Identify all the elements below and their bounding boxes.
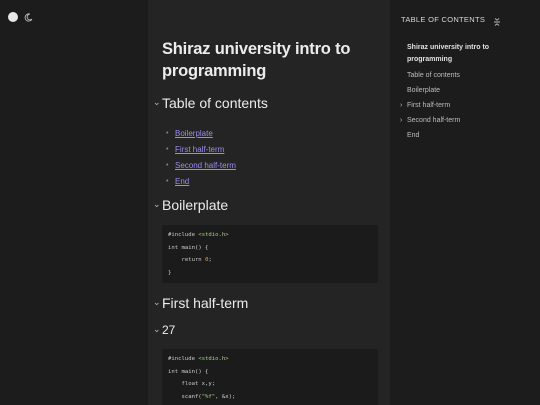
chevron-down-icon[interactable]: ⌄ [153, 199, 162, 210]
right-toc-panel: TABLE OF CONTENTS Shiraz university intr… [390, 0, 540, 405]
bullet: • [166, 177, 169, 185]
toc-panel-item[interactable]: End [400, 130, 530, 142]
bullet: • [166, 145, 169, 153]
toc-link-first-half-term[interactable]: First half-term [175, 145, 224, 154]
code-token: main() { [178, 244, 209, 251]
toc-link-end[interactable]: End [175, 177, 189, 186]
code-token: int [168, 368, 179, 375]
list-item: • Boilerplate [166, 125, 236, 141]
list-item: • Second half-term [166, 157, 236, 173]
toc-panel-item-label: Shiraz university intro to programming [407, 44, 490, 63]
code-token: scanf( [168, 393, 202, 400]
code-token: , &x); [215, 393, 236, 400]
toc-panel-title: TABLE OF CONTENTS [401, 14, 486, 24]
heading-label: 27 [162, 323, 176, 337]
code-token: "%f" [201, 393, 216, 400]
code-token: float [168, 381, 199, 387]
code-token: <stdio.h> [198, 356, 229, 362]
toc-panel-header: TABLE OF CONTENTS [401, 14, 501, 26]
toc-panel-item[interactable]: › First half-term [400, 100, 530, 112]
heading-label: Boilerplate [162, 197, 229, 213]
toc-panel-item-label: End [407, 132, 420, 139]
code-token: x,y; [198, 381, 216, 387]
code-token: return [168, 257, 202, 263]
chevron-right-icon[interactable]: › [400, 115, 407, 127]
theme-toggle[interactable] [8, 12, 33, 22]
chevron-down-icon[interactable]: ⌄ [153, 97, 162, 108]
toc-panel-item-label: Boilerplate [407, 87, 441, 94]
code-token: } [168, 269, 172, 276]
code-token: #include [168, 232, 195, 238]
toc-panel-item-label: Second half-term [407, 117, 461, 124]
heading-boilerplate[interactable]: ⌄ Boilerplate [153, 197, 228, 213]
code-block-boilerplate[interactable]: #include <stdio.h> int main() { return 0… [162, 225, 378, 283]
toc-panel-item[interactable]: Table of contents [400, 70, 530, 82]
heading-27[interactable]: ⌄ 27 [153, 323, 175, 337]
page-title: Shiraz university intro to programming [162, 40, 351, 80]
toc-panel-item[interactable]: Shiraz university intro to programming [400, 42, 530, 66]
code-token: int [168, 244, 179, 251]
heading-first-half-term[interactable]: ⌄ First half-term [153, 295, 248, 311]
main-content: Shiraz university intro to programming ⌄… [148, 0, 390, 405]
code-token: main() { [178, 368, 209, 375]
heading-table-of-contents[interactable]: ⌄ Table of contents [153, 95, 268, 111]
toc-panel-item[interactable]: Boilerplate [400, 85, 530, 97]
code-token: ; [208, 257, 212, 263]
chevron-down-icon[interactable]: ⌄ [153, 324, 162, 335]
toc-link-list: • Boilerplate • First half-term • Second ha… [166, 125, 236, 189]
moon-icon[interactable] [24, 12, 33, 22]
toc-panel-list: Shiraz university intro to programming T… [400, 42, 530, 142]
left-rail [0, 0, 148, 405]
chevron-down-icon[interactable]: ⌄ [153, 297, 162, 308]
bullet: • [166, 161, 169, 169]
code-token: #include [168, 356, 195, 362]
toc-link-second-half-term[interactable]: Second half-term [175, 161, 236, 170]
code-block-27[interactable]: #include <stdio.h> int main() { float x,… [162, 349, 378, 405]
list-item: • First half-term [166, 141, 236, 157]
heading-label: First half-term [162, 295, 249, 311]
bullet: • [166, 129, 169, 137]
collapse-all-icon[interactable] [493, 14, 501, 26]
heading-label: Table of contents [162, 95, 268, 111]
toggle-switch[interactable] [8, 12, 18, 22]
toc-panel-item-label: First half-term [407, 102, 451, 109]
chevron-right-icon[interactable]: › [400, 100, 407, 112]
code-token: <stdio.h> [198, 232, 229, 238]
toc-panel-item[interactable]: › Second half-term [400, 115, 530, 127]
toc-panel-item-label: Table of contents [407, 72, 460, 79]
toc-link-boilerplate[interactable]: Boilerplate [175, 129, 213, 138]
list-item: • End [166, 173, 236, 189]
